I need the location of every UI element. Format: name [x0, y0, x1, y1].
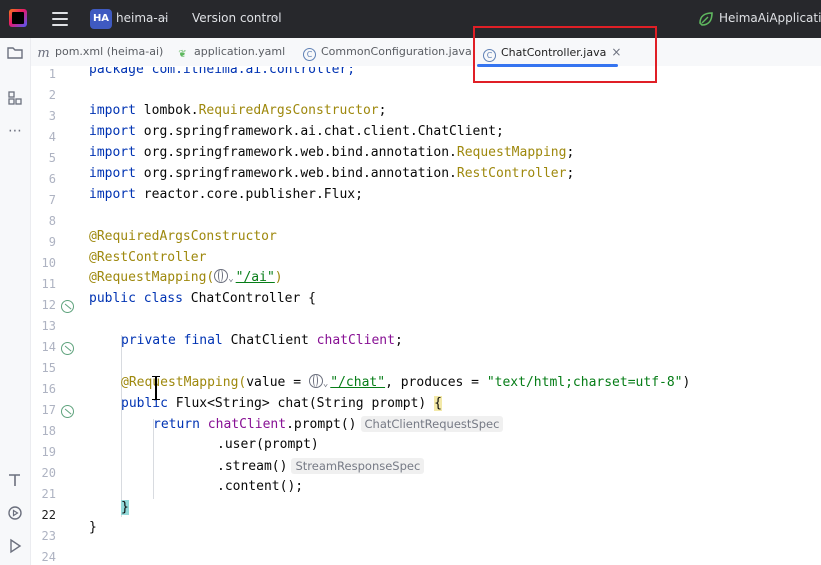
chevron-down-icon[interactable]: ⌄	[228, 274, 233, 284]
code-line: .content();	[217, 479, 304, 494]
globe-icon[interactable]	[308, 374, 323, 388]
code-editor[interactable]: package com.itheima.ai.controller; impor…	[0, 0, 821, 565]
code-line: }	[89, 520, 97, 535]
code-line: import lombok.RequiredArgsConstructor;	[89, 103, 387, 118]
code-line: import org.springframework.web.bind.anno…	[89, 145, 575, 160]
code-line: }	[121, 500, 129, 515]
text-cursor-icon	[152, 376, 160, 400]
code-line: @RequiredArgsConstructor	[89, 229, 277, 244]
code-line: return chatClient.prompt() ChatClientRequ…	[153, 415, 504, 434]
code-line: @RequestMapping(⌄ "/ai")	[89, 269, 283, 285]
code-line: .user(prompt)	[217, 437, 319, 452]
code-line: private final ChatClient chatClient;	[121, 333, 403, 348]
globe-icon[interactable]	[214, 269, 229, 283]
code-line: package com.itheima.ai.controller;	[89, 62, 356, 77]
code-line: import org.springframework.web.bind.anno…	[89, 166, 575, 181]
code-line: import org.springframework.ai.chat.clien…	[89, 124, 504, 139]
code-line: public class ChatController {	[89, 291, 316, 306]
code-line: .stream() StreamResponseSpec	[217, 457, 425, 476]
chevron-down-icon[interactable]: ⌄	[323, 379, 328, 389]
inlay-type-hint: ChatClientRequestSpec	[360, 416, 504, 432]
indent-guide	[121, 335, 122, 517]
code-line: import reactor.core.publisher.Flux;	[89, 187, 363, 202]
code-line: public Flux<String> chat(String prompt) …	[121, 396, 442, 411]
inlay-type-hint: StreamResponseSpec	[291, 458, 425, 474]
code-line: @RequestMapping(value = ⌄ "/chat", produc…	[121, 374, 691, 390]
code-line: @RestController	[89, 250, 207, 265]
